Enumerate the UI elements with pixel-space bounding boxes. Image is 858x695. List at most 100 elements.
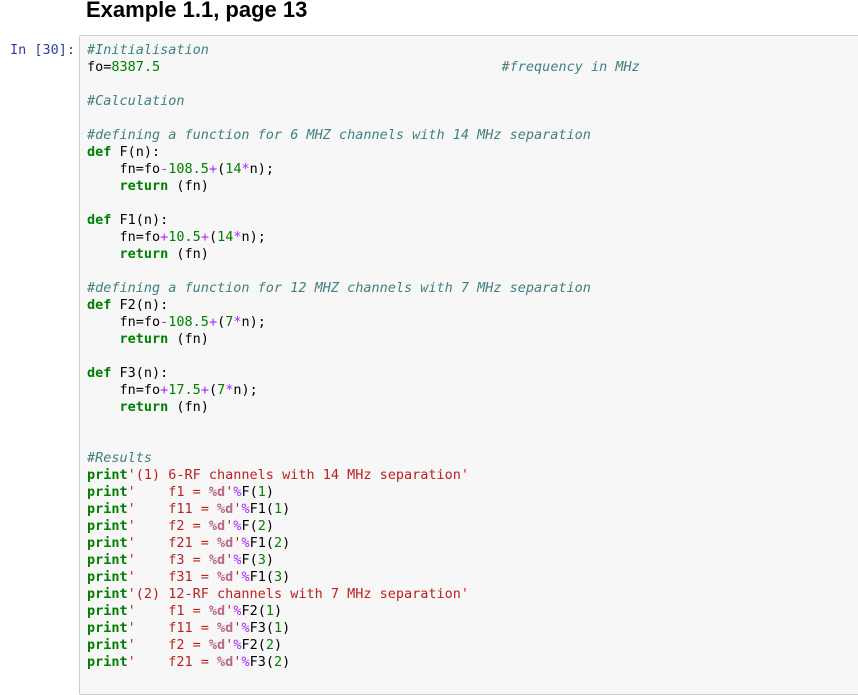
code-text: fn=fo: [87, 382, 161, 398]
code-keyword: print: [87, 535, 128, 551]
code-text: (: [208, 229, 218, 245]
code-line: print' f2 = %d'%F(2): [87, 518, 640, 535]
code-keyword: print: [87, 586, 128, 602]
code-number: 8387.5: [111, 59, 161, 75]
code-keyword: def: [87, 365, 112, 381]
code-number: 2: [265, 637, 274, 653]
code-comment: #Initialisation: [87, 42, 209, 58]
code-line: print' f3 = %d'%F(3): [87, 552, 640, 569]
code-line: def F(n):: [87, 144, 640, 161]
code-operator: %: [241, 501, 250, 517]
code-operator: *: [233, 229, 242, 245]
code-operator: *: [233, 314, 242, 330]
code-line: def F3(n):: [87, 365, 640, 382]
code-number: 14: [217, 229, 234, 245]
code-number: 2: [273, 654, 283, 670]
code-string: ' f3 =: [127, 552, 209, 568]
code-text: ): [274, 603, 283, 619]
code-text: n);: [233, 382, 258, 398]
code-editor[interactable]: #Initialisation fo=8387.5 #frequency in M…: [87, 42, 640, 671]
code-string: ' f31 =: [127, 569, 218, 585]
code-line: #Results: [87, 450, 640, 467]
code-keyword: print: [87, 552, 128, 568]
code-text: ): [274, 637, 283, 653]
code-text: (: [208, 382, 218, 398]
code-line: return (fn): [87, 246, 640, 263]
code-text: (fn): [168, 399, 209, 415]
code-line: fn=fo+17.5+(7*n);: [87, 382, 640, 399]
code-keyword: def: [87, 144, 112, 160]
code-text: F2(n):: [111, 297, 169, 313]
code-text: F3(n):: [111, 365, 169, 381]
code-number: 3: [257, 552, 266, 568]
code-number: 17.5: [168, 382, 201, 398]
code-comment: #Calculation: [87, 93, 185, 109]
code-keyword: print: [87, 569, 128, 585]
code-format-spec: %d: [217, 501, 234, 517]
code-line: def F1(n):: [87, 212, 640, 229]
code-cell[interactable]: #Initialisation fo=8387.5 #frequency in M…: [79, 35, 858, 695]
code-text: F(: [241, 518, 258, 534]
code-operator: %: [241, 654, 250, 670]
code-text: F2(: [241, 637, 266, 653]
code-format-spec: %d: [208, 603, 226, 619]
code-line: print' f21 = %d'%F3(2): [87, 654, 640, 671]
code-line: return (fn): [87, 331, 640, 348]
code-text: F1(: [249, 569, 274, 585]
code-line: fn=fo-108.5+(14*n);: [87, 161, 640, 178]
code-keyword: print: [87, 501, 128, 517]
code-comment: #frequency in MHz: [501, 59, 640, 75]
code-operator: %: [241, 569, 250, 585]
code-format-spec: %d: [208, 637, 226, 653]
code-line: def F2(n):: [87, 297, 640, 314]
code-number: 108.5: [168, 314, 209, 330]
code-keyword: print: [87, 467, 128, 483]
code-line: fn=fo-108.5+(7*n);: [87, 314, 640, 331]
code-line: #defining a function for 12 MHZ channels…: [87, 280, 640, 297]
code-number: 1: [257, 484, 266, 500]
code-string: '(1) 6-RF channels with 14 MHz separatio…: [127, 467, 470, 483]
code-keyword: print: [87, 484, 128, 500]
code-keyword: def: [87, 297, 112, 313]
code-text: ): [282, 654, 291, 670]
code-text: ): [282, 569, 291, 585]
code-operator: %: [241, 620, 250, 636]
code-text: ): [265, 484, 275, 500]
code-format-spec: %d: [217, 535, 234, 551]
code-text: (fn): [168, 246, 209, 262]
code-text: n);: [249, 161, 275, 177]
code-operator: +: [208, 314, 218, 330]
code-format-spec: %d: [217, 654, 234, 670]
code-line: print'(1) 6-RF channels with 14 MHz sepa…: [87, 467, 640, 484]
code-operator: +: [200, 229, 209, 245]
code-number: 7: [217, 382, 226, 398]
code-string: ' f21 =: [127, 654, 218, 670]
code-text: F3(: [249, 620, 274, 636]
code-text: ): [265, 552, 275, 568]
code-format-spec: %d: [217, 569, 234, 585]
code-keyword: print: [87, 620, 128, 636]
code-comment: #defining a function for 6 MHZ channels …: [87, 127, 591, 143]
code-keyword: def: [87, 212, 112, 228]
code-text: ): [282, 620, 291, 636]
code-operator: +: [208, 161, 218, 177]
code-text: F2(: [241, 603, 266, 619]
code-keyword: print: [87, 518, 128, 534]
code-text: fn=fo: [87, 314, 161, 330]
code-number: 3: [273, 569, 283, 585]
code-keyword: print: [87, 654, 128, 670]
code-keyword: return: [119, 178, 169, 194]
code-line: print' f11 = %d'%F3(1): [87, 620, 640, 637]
code-number: 10.5: [168, 229, 201, 245]
code-line: fn=fo+10.5+(14*n);: [87, 229, 640, 246]
code-number: 108.5: [168, 161, 209, 177]
code-line: print' f11 = %d'%F1(1): [87, 501, 640, 518]
code-operator: +: [200, 382, 209, 398]
section-heading: Example 1.1, page 13: [86, 0, 308, 22]
